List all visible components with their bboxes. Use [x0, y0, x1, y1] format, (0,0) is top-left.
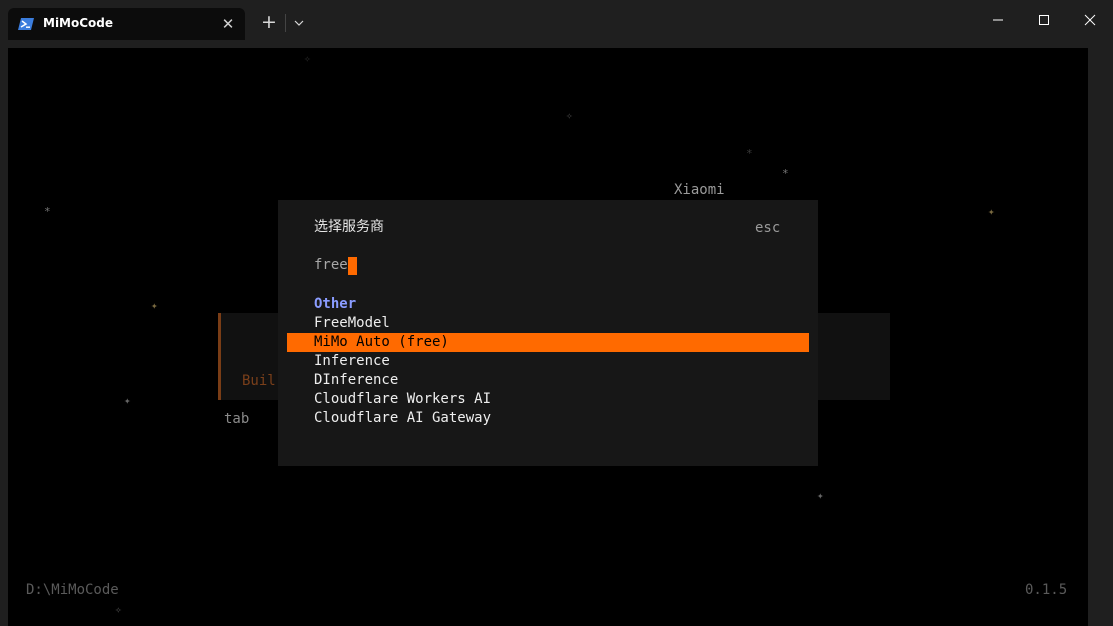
list-item-label: FreeModel — [314, 315, 390, 331]
star-icon: ✧ — [566, 109, 573, 122]
title-bar: MiMoCode ✕ + — [0, 0, 1113, 40]
close-window-icon[interactable] — [1067, 0, 1113, 40]
chevron-down-icon[interactable] — [287, 10, 311, 34]
prompt-panel-accent — [218, 313, 221, 400]
list-item[interactable]: Cloudflare AI Gateway — [278, 409, 818, 428]
star-icon: * — [746, 147, 753, 160]
list-item-label: Inference — [314, 353, 390, 369]
list-item-label: MiMo Auto (free) — [314, 334, 449, 350]
list-item[interactable]: Cloudflare Workers AI — [278, 390, 818, 409]
build-mode-label: Buil — [242, 373, 276, 389]
star-icon: ✦ — [988, 205, 995, 218]
list-item-label: DInference — [314, 372, 399, 388]
esc-button[interactable]: esc — [755, 219, 780, 238]
terminal-window: MiMoCode ✕ + ✧ ✧ * * * ✦ ✦ ✦ ✦ ✧ Xiaomi … — [0, 0, 1113, 626]
tab-mimocode[interactable]: MiMoCode ✕ — [8, 8, 245, 40]
version-label: 0.1.5 — [1025, 582, 1068, 598]
text-cursor — [347, 257, 357, 275]
terminal-area[interactable]: ✧ ✧ * * * ✦ ✦ ✦ ✦ ✧ Xiaomi Buil tab D:\M… — [8, 48, 1088, 626]
powershell-icon — [18, 18, 34, 30]
list-item[interactable]: FreeModel — [278, 314, 818, 333]
titlebar-separator — [285, 14, 286, 32]
star-icon: ✧ — [304, 52, 311, 65]
list-item-selected[interactable]: MiMo Auto (free) — [287, 333, 809, 352]
provider-list: FreeModel MiMo Auto (free) Inference DIn… — [278, 314, 818, 428]
star-icon: ✦ — [151, 299, 158, 312]
new-tab-icon[interactable]: + — [257, 10, 281, 34]
xiaomi-label: Xiaomi — [674, 182, 725, 198]
search-value: free — [314, 257, 348, 273]
star-icon: ✧ — [115, 603, 122, 616]
star-icon: * — [782, 167, 789, 180]
star-icon: ✦ — [124, 394, 131, 407]
list-item-label: Cloudflare AI Gateway — [314, 410, 492, 426]
group-header-other: Other — [314, 296, 357, 312]
working-directory: D:\MiMoCode — [26, 582, 119, 598]
provider-select-dialog: 选择服务商 esc free Other FreeModel MiMo Auto… — [278, 200, 818, 466]
tab-hint: tab — [224, 411, 250, 427]
star-icon: ✦ — [817, 489, 824, 502]
list-item[interactable]: Inference — [278, 352, 818, 371]
dialog-title: 选择服务商 — [314, 219, 384, 235]
tab-title: MiMoCode — [43, 16, 114, 30]
maximize-icon[interactable] — [1021, 0, 1067, 40]
star-icon: * — [44, 205, 51, 218]
minimize-icon[interactable] — [975, 0, 1021, 40]
close-tab-icon[interactable]: ✕ — [218, 14, 238, 34]
list-item-label: Cloudflare Workers AI — [314, 391, 492, 407]
list-item[interactable]: DInference — [278, 371, 818, 390]
